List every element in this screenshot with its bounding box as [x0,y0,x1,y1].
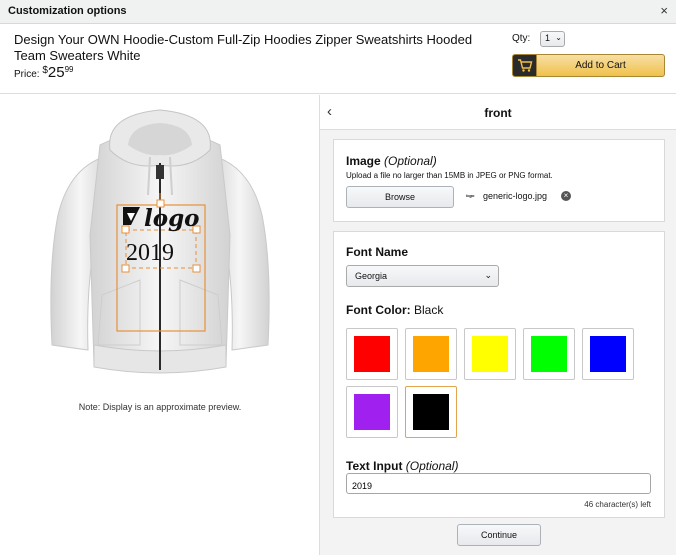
font-select-value: Georgia [355,271,388,281]
char-count: 46 character(s) left [584,500,651,509]
qty-value: 1 [545,33,551,43]
color-swatch-purple[interactable] [346,386,398,438]
price-symbol: $ [42,65,48,76]
text-input-field[interactable] [346,473,651,494]
color-swatch-black[interactable] [405,386,457,438]
qty-label: Qty: [512,33,531,44]
qty-select[interactable]: 1 ⌄ [540,31,565,47]
color-swatch-red[interactable] [346,328,398,380]
product-header: Design Your OWN Hoodie-Custom Full-Zip H… [0,24,676,94]
panel-header: ‹ front [320,95,676,130]
font-color-title: Font Color: Black [346,303,444,317]
text-options-card: Font Name Georgia ⌄ Font Color: Black Te… [333,231,665,518]
swatch-fill [413,336,449,372]
color-swatch-blue[interactable] [582,328,634,380]
preview-custom-text: 2019 [126,240,174,266]
add-to-cart-button[interactable]: Add to Cart [512,54,665,77]
image-section-title: Image (Optional) [346,154,437,168]
add-to-cart-label: Add to Cart [575,60,626,71]
modal-titlebar: Customization options × [0,0,676,24]
font-name-title: Font Name [346,245,409,259]
price-whole: 25 [47,64,65,81]
color-swatch-green[interactable] [523,328,575,380]
remove-file-icon[interactable]: × [561,191,571,201]
swatch-fill [354,336,390,372]
font-select[interactable]: Georgia ⌄ [346,265,499,287]
panel-title: front [484,106,512,120]
swatch-fill [472,336,508,372]
swatch-fill [354,394,390,430]
cart-icon [513,55,537,76]
chevron-down-icon: ⌄ [484,270,492,280]
swatch-fill [590,336,626,372]
color-swatch-yellow[interactable] [464,328,516,380]
chevron-down-icon: ⌄ [555,33,562,42]
font-color-value: Black [414,303,444,317]
swatch-fill [531,336,567,372]
price-fraction: 99 [64,65,74,74]
color-swatch-orange[interactable] [405,328,457,380]
file-thumbnail: logo [466,193,475,198]
image-upload-card: Image (Optional) Upload a file no larger… [333,139,665,222]
modal-title: Customization options [8,5,127,17]
continue-button[interactable]: Continue [457,524,541,546]
preview-logo-text: logo [144,205,200,232]
image-help-text: Upload a file no larger than 15MB in JPE… [346,171,553,180]
price-label: Price: [14,69,40,80]
browse-button[interactable]: Browse [346,186,454,208]
file-name: generic-logo.jpg [483,191,548,201]
preview-note: Note: Display is an approximate preview. [78,402,242,412]
price: Price: $2599 [14,64,74,81]
swatch-fill [413,394,449,430]
hoodie-image: logo 2019 [50,109,270,374]
text-input-title: Text Input (Optional) [346,459,459,473]
product-preview: logo 2019 Note: Display is an approximat… [0,95,320,555]
close-icon[interactable]: × [660,3,668,18]
product-title: Design Your OWN Hoodie-Custom Full-Zip H… [14,32,473,63]
